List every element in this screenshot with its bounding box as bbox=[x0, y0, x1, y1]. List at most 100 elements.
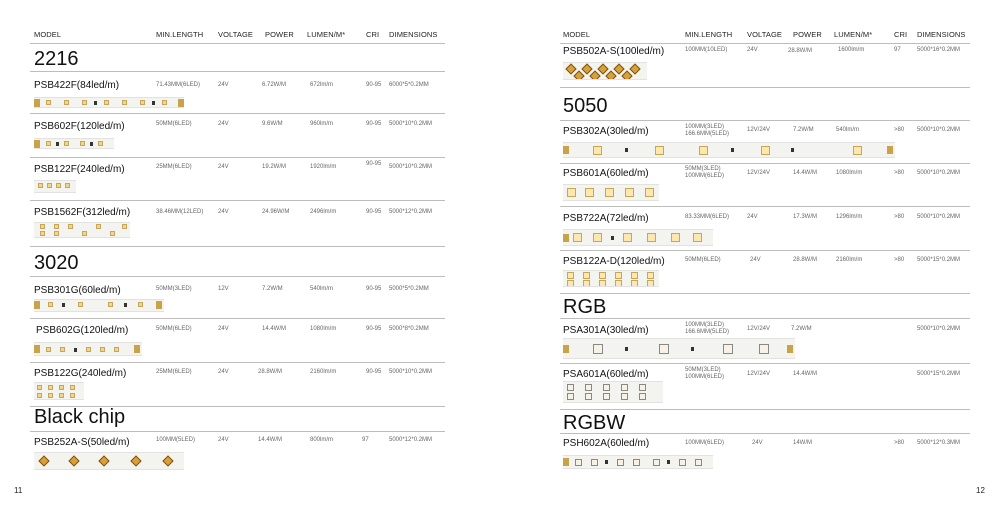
voltage: 24V bbox=[218, 369, 229, 375]
min-length: 50MM(6LED) bbox=[685, 257, 721, 263]
power: 6.72W/M bbox=[262, 82, 287, 88]
strip-image bbox=[34, 138, 114, 149]
voltage: 24V bbox=[218, 82, 229, 88]
power: 7.2W/M bbox=[793, 127, 814, 133]
model-name: PSB602G(120led/m) bbox=[36, 325, 129, 336]
min-length: 100MM(6LED) bbox=[685, 440, 725, 446]
strip-image bbox=[563, 338, 795, 359]
power: 14.4W/M bbox=[262, 326, 287, 332]
strip-image bbox=[563, 142, 895, 158]
model-name: PSB1562F(312led/m) bbox=[34, 207, 131, 218]
power: 7.2W/M bbox=[262, 286, 283, 292]
lumen: 1080lm/m bbox=[310, 326, 337, 332]
right-page: MODEL MIN.LENGTH VOLTAGE POWER LUMEN/M* … bbox=[520, 0, 1000, 507]
lumen: 2496lm/m bbox=[310, 209, 337, 215]
voltage: 24V bbox=[218, 437, 229, 443]
min-length: 50MM(3LED) bbox=[156, 286, 192, 292]
divider bbox=[560, 163, 970, 164]
strip-image bbox=[34, 97, 184, 108]
min-length-alt: 166.6MM(5LED) bbox=[685, 131, 730, 137]
divider bbox=[560, 43, 970, 44]
min-length: 100MM(10LED) bbox=[685, 47, 728, 53]
voltage: 24V bbox=[747, 214, 758, 220]
min-length-alt: 100MM(6LED) bbox=[685, 374, 725, 380]
lumen: 540lm/m bbox=[836, 127, 860, 133]
dimensions: 5000*12*0.2MM bbox=[389, 437, 433, 443]
cri: >80 bbox=[894, 170, 905, 176]
section-title-3020: 3020 bbox=[34, 252, 79, 274]
voltage: 12V/24V bbox=[747, 170, 771, 176]
voltage: 24V bbox=[750, 257, 761, 263]
left-page: MODEL MIN.LENGTH VOLTAGE POWER LUMEN/M* … bbox=[0, 0, 470, 507]
divider bbox=[560, 250, 970, 251]
divider bbox=[30, 113, 445, 114]
page-number: 12 bbox=[976, 486, 985, 495]
power: 28.8W/M bbox=[788, 48, 813, 54]
power: 19.2W/M bbox=[262, 164, 287, 170]
divider bbox=[30, 71, 445, 72]
power: 7.2W/M bbox=[791, 326, 812, 332]
voltage: 24V bbox=[218, 121, 229, 127]
cri: 97 bbox=[894, 47, 901, 53]
power: 9.6W/M bbox=[262, 121, 283, 127]
voltage: 12V/24V bbox=[747, 127, 771, 133]
voltage: 24V bbox=[218, 209, 229, 215]
model-name: PSB602F(120led/m) bbox=[34, 121, 125, 132]
model-name: PSB302A(30led/m) bbox=[563, 126, 649, 137]
dimensions: 5000*12*0.2MM bbox=[389, 209, 433, 215]
divider bbox=[560, 120, 970, 121]
dimensions: 5000*10*0.2MM bbox=[917, 127, 961, 133]
header-power: POWER bbox=[265, 30, 294, 39]
power: 14W/M bbox=[793, 440, 813, 446]
dimensions: 5000*15*0.2MM bbox=[917, 371, 961, 377]
voltage: 24V bbox=[218, 164, 229, 170]
power: 24.96W/M bbox=[262, 209, 290, 215]
dimensions: 5000*10*0.2MM bbox=[917, 170, 961, 176]
cri: 90-95 bbox=[366, 326, 382, 332]
header-dimensions: DIMENSIONS bbox=[917, 30, 966, 39]
min-length: 83.33MM(6LED) bbox=[685, 214, 730, 220]
min-length: 100MM(3LED) bbox=[685, 322, 725, 328]
strip-image bbox=[34, 299, 164, 312]
model-name: PSB122F(240led/m) bbox=[34, 164, 125, 175]
dimensions: 6000*5*0.2MM bbox=[389, 82, 429, 88]
cri: 90-95 bbox=[366, 209, 382, 215]
header-model: MODEL bbox=[563, 30, 591, 39]
cri: >80 bbox=[894, 127, 905, 133]
strip-image bbox=[563, 455, 713, 469]
min-length: 50MM(3LED) bbox=[685, 166, 721, 172]
model-name: PSA601A(60led/m) bbox=[563, 369, 649, 380]
model-name: PSB301G(60led/m) bbox=[34, 285, 121, 296]
header-power: POWER bbox=[793, 30, 822, 39]
dimensions: 5000*10*0.2MM bbox=[389, 369, 433, 375]
model-name: PSB722A(72led/m) bbox=[563, 213, 649, 224]
power: 14.4W/M bbox=[258, 437, 283, 443]
strip-image bbox=[563, 62, 647, 80]
divider bbox=[30, 362, 445, 363]
min-length: 50MM(6LED) bbox=[156, 121, 192, 127]
voltage: 24V bbox=[218, 326, 229, 332]
lumen: 540lm/m bbox=[310, 286, 334, 292]
lumen: 960lm/m bbox=[310, 121, 334, 127]
model-name: PSB601A(60led/m) bbox=[563, 168, 649, 179]
dimensions: 5000*5*0.2MM bbox=[389, 286, 429, 292]
section-title-2216: 2216 bbox=[34, 48, 79, 70]
header-voltage: VOLTAGE bbox=[747, 30, 783, 39]
cri: >80 bbox=[894, 257, 905, 263]
model-name: PSB422F(84led/m) bbox=[34, 80, 120, 91]
lumen: 1080lm/m bbox=[836, 170, 863, 176]
cri: 90-95 bbox=[366, 121, 382, 127]
divider bbox=[560, 433, 970, 434]
model-name: PSB252A-S(50led/m) bbox=[34, 437, 130, 448]
lumen: 672lm/m bbox=[310, 82, 334, 88]
divider bbox=[30, 246, 445, 247]
cri: 97 bbox=[362, 437, 369, 443]
strip-image bbox=[34, 222, 130, 238]
min-length: 38.46MM(12LED) bbox=[156, 209, 204, 215]
min-length: 25MM(6LED) bbox=[156, 369, 192, 375]
divider bbox=[560, 293, 970, 294]
model-name: PSB122A-D(120led/m) bbox=[563, 256, 665, 267]
voltage: 12V/24V bbox=[747, 326, 771, 332]
header-model: MODEL bbox=[34, 30, 62, 39]
header-min-length: MIN.LENGTH bbox=[685, 30, 733, 39]
